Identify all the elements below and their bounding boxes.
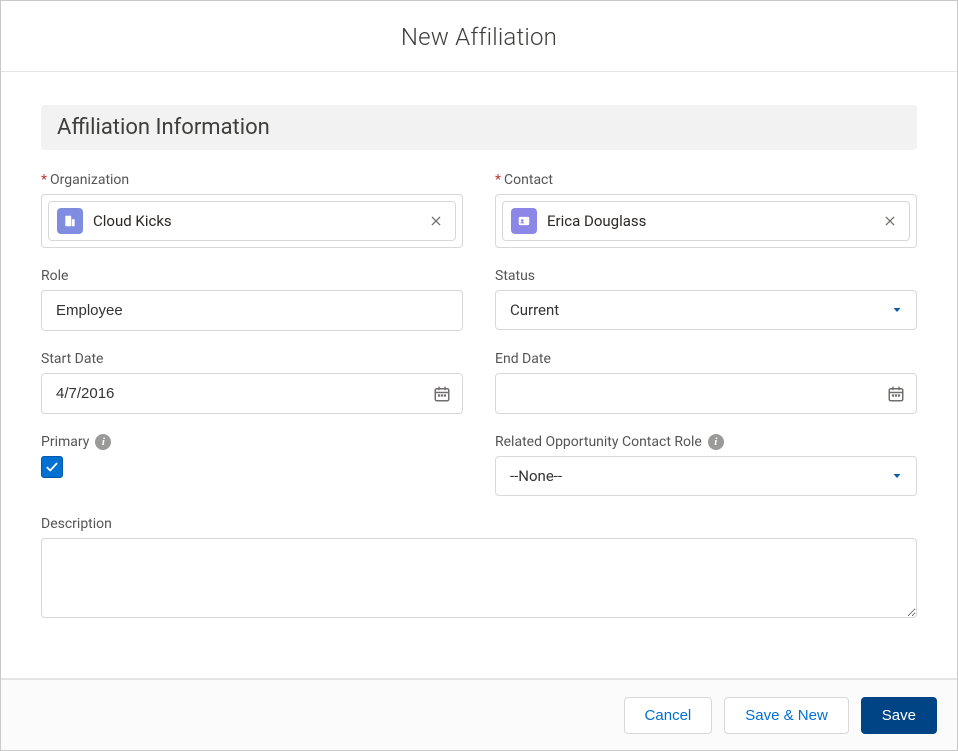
- field-role: Role: [41, 268, 463, 331]
- field-description: Description: [41, 516, 917, 618]
- label-end-date: End Date: [495, 351, 917, 367]
- status-select[interactable]: Current: [495, 290, 917, 330]
- required-indicator: *: [495, 172, 501, 188]
- field-end-date: End Date: [495, 351, 917, 414]
- field-related-opp-role: Related Opportunity Contact Role i --Non…: [495, 434, 917, 496]
- required-indicator: *: [41, 172, 47, 188]
- status-value: Current: [510, 301, 559, 319]
- calendar-icon[interactable]: [433, 385, 451, 403]
- field-start-date: Start Date: [41, 351, 463, 414]
- calendar-icon[interactable]: [887, 385, 905, 403]
- label-organization: *Organization: [41, 172, 463, 188]
- contact-icon: [511, 208, 537, 234]
- modal-title: New Affiliation: [1, 23, 957, 51]
- section-title: Affiliation Information: [57, 115, 901, 140]
- field-primary: Primary i: [41, 434, 463, 496]
- save-and-new-button[interactable]: Save & New: [724, 697, 849, 734]
- description-textarea[interactable]: [41, 538, 917, 618]
- field-contact: *Contact Erica Douglass: [495, 172, 917, 248]
- start-date-input[interactable]: [41, 373, 463, 414]
- label-start-date: Start Date: [41, 351, 463, 367]
- label-related-opp-role: Related Opportunity Contact Role i: [495, 434, 917, 450]
- field-status: Status Current: [495, 268, 917, 331]
- related-opp-role-select[interactable]: --None--: [495, 456, 917, 496]
- info-icon[interactable]: i: [708, 434, 724, 450]
- contact-value: Erica Douglass: [547, 212, 869, 230]
- clear-organization-button[interactable]: [425, 210, 447, 232]
- modal-footer: Cancel Save & New Save: [1, 678, 957, 750]
- save-button[interactable]: Save: [861, 697, 937, 734]
- label-status: Status: [495, 268, 917, 284]
- contact-lookup[interactable]: Erica Douglass: [495, 194, 917, 248]
- divider: [1, 71, 957, 72]
- cancel-button[interactable]: Cancel: [624, 697, 713, 734]
- caret-down-icon: [891, 304, 903, 316]
- end-date-input[interactable]: [495, 373, 917, 414]
- related-opp-role-value: --None--: [510, 467, 562, 485]
- modal-header: New Affiliation: [1, 1, 957, 71]
- account-icon: [57, 208, 83, 234]
- clear-contact-button[interactable]: [879, 210, 901, 232]
- organization-lookup[interactable]: Cloud Kicks: [41, 194, 463, 248]
- organization-pill: Cloud Kicks: [48, 201, 456, 241]
- role-input[interactable]: [41, 290, 463, 331]
- form-grid: *Organization Cloud Kicks *Contact: [41, 172, 917, 618]
- caret-down-icon: [891, 470, 903, 482]
- field-organization: *Organization Cloud Kicks: [41, 172, 463, 248]
- label-primary: Primary i: [41, 434, 463, 450]
- label-role: Role: [41, 268, 463, 284]
- contact-pill: Erica Douglass: [502, 201, 910, 241]
- section-header: Affiliation Information: [41, 105, 917, 150]
- primary-checkbox[interactable]: [41, 456, 63, 478]
- label-contact: *Contact: [495, 172, 917, 188]
- organization-value: Cloud Kicks: [93, 212, 415, 230]
- modal-body[interactable]: Affiliation Information *Organization Cl…: [1, 75, 957, 677]
- info-icon[interactable]: i: [95, 434, 111, 450]
- label-description: Description: [41, 516, 917, 532]
